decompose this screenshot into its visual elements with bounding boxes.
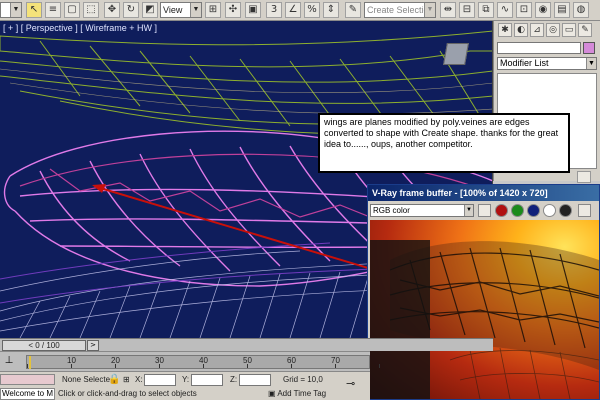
ruler-tick	[379, 364, 380, 368]
prompt-line: Click or click-and-drag to select object…	[58, 389, 197, 398]
vray-frame-buffer-window[interactable]: V-Ray frame buffer - [100% of 1420 x 720…	[367, 184, 600, 400]
scale-icon[interactable]: ◩	[142, 2, 158, 18]
ruler-tick	[203, 364, 204, 368]
channel-dropdown[interactable]: RGB color ▼	[370, 204, 474, 217]
rotate-icon[interactable]: ↻	[123, 2, 139, 18]
pivot-icon[interactable]: ⊞	[205, 2, 221, 18]
create-tab-icon[interactable]: ✱	[498, 23, 512, 37]
load-icon[interactable]	[478, 204, 491, 217]
render-preview	[370, 220, 599, 399]
red-channel-icon[interactable]	[495, 204, 508, 217]
z-coordinate-field[interactable]	[239, 374, 271, 386]
modifier-list-label: Modifier List	[500, 58, 549, 68]
alpha-channel-icon[interactable]	[543, 204, 556, 217]
selection-status: None Selecte	[62, 375, 111, 384]
next-frame-icon[interactable]: >	[87, 340, 99, 351]
track-bar: ⊥ 10 20 30 40 50 60 70	[0, 351, 380, 371]
display-tab-icon[interactable]: ▭	[562, 23, 576, 37]
status-bar: Welcome to M None Selecte 🔒 ⊞ X: Y: Z: G…	[0, 371, 370, 400]
render-dark-region	[370, 240, 430, 399]
reference-coord-combo[interactable]: View ▼	[160, 2, 202, 18]
z-label: Z:	[230, 375, 238, 384]
align-icon[interactable]: ⊟	[459, 2, 475, 18]
select-region-icon[interactable]: ▢	[64, 2, 80, 18]
y-coordinate-field[interactable]	[191, 374, 223, 386]
x-label: X:	[135, 375, 143, 384]
material-editor-icon[interactable]: ◉	[535, 2, 551, 18]
time-slider-thumb[interactable]: < 0 / 100	[2, 340, 86, 351]
time-position: 0 / 100	[35, 341, 60, 350]
vray-title-bar[interactable]: V-Ray frame buffer - [100% of 1420 x 720…	[368, 185, 599, 201]
ruler-tick	[335, 364, 336, 368]
mirror-icon[interactable]: ⇹	[440, 2, 456, 18]
absolute-mode-icon[interactable]: ⊞	[123, 375, 130, 386]
motion-tab-icon[interactable]: ◎	[546, 23, 560, 37]
object-color-swatch[interactable]	[583, 42, 595, 54]
y-label: Y:	[182, 375, 190, 384]
modify-tab-icon[interactable]: ◐	[514, 23, 528, 37]
annotation-arrow	[92, 184, 396, 277]
keyboard-shortcut-icon[interactable]: ▣	[245, 2, 261, 18]
ruler-tick	[115, 364, 116, 368]
add-time-tag-label: Add Time Tag	[277, 389, 327, 398]
ruler-tick	[27, 364, 28, 368]
percent-snap-icon[interactable]: %	[304, 2, 320, 18]
time-slider[interactable]: < 0 / 100 >	[0, 338, 493, 351]
ruler-tick	[291, 364, 292, 368]
vray-title: V-Ray frame buffer - [100% of 1420 x 720…	[372, 188, 548, 198]
filter-keys-icon[interactable]: ⊥	[2, 355, 16, 369]
add-time-tag[interactable]: ▣ Add Time Tag	[268, 388, 348, 400]
green-channel-icon[interactable]	[511, 204, 524, 217]
annotation-callout: wings are planes modified by poly.veines…	[318, 113, 570, 173]
channel-label: RGB color	[373, 206, 410, 215]
maxscript-mini-listener[interactable]: Welcome to M	[0, 388, 55, 400]
grid-status: Grid = 10,0	[283, 375, 323, 384]
edit-named-selection-icon[interactable]: ✎	[345, 2, 361, 18]
x-coordinate-field[interactable]	[144, 374, 176, 386]
current-frame-marker	[29, 356, 31, 369]
render-icon[interactable]: ◍	[573, 2, 589, 18]
angle-snap-icon[interactable]: ∠	[285, 2, 301, 18]
lock-selection-icon[interactable]: 🔒	[108, 375, 120, 386]
named-selection-combo[interactable]: Create Selection Se▼	[364, 2, 436, 18]
vray-toolbar: RGB color ▼	[368, 202, 599, 219]
schematic-icon[interactable]: ⊡	[516, 2, 532, 18]
select-by-name-icon[interactable]: ≡	[45, 2, 61, 18]
window-crossing-icon[interactable]: ⬚	[83, 2, 99, 18]
maxscript-listener[interactable]	[0, 374, 55, 385]
annotation-text: wings are planes modified by poly.veines…	[324, 117, 559, 149]
render-setup-icon[interactable]: ▤	[554, 2, 570, 18]
blue-channel-icon[interactable]	[527, 204, 540, 217]
save-image-icon[interactable]	[578, 204, 591, 217]
ruler-tick	[71, 364, 72, 368]
select-manipulate-icon[interactable]: ✣	[225, 2, 241, 18]
hierarchy-tab-icon[interactable]: ⊿	[530, 23, 544, 37]
layer-icon[interactable]: ⧉	[478, 2, 494, 18]
max-window: ▼ ↖ ≡ ▢ ⬚ ✥ ↻ ◩ View ▼ ⊞ ✣ ▣ 3 ∠ % ⇕ ✎ Cr…	[0, 0, 600, 400]
spinner-snap-icon[interactable]: ⇕	[323, 2, 339, 18]
modifier-list-dropdown[interactable]: Modifier List ▼	[497, 57, 597, 70]
utilities-tab-icon[interactable]: ✎	[578, 23, 592, 37]
select-icon[interactable]: ↖	[26, 2, 42, 18]
mono-channel-icon[interactable]	[559, 204, 572, 217]
welcome-text: Welcome to M	[2, 389, 53, 398]
timeline-ruler[interactable]: 10 20 30 40 50 60 70	[26, 355, 380, 369]
snap-icon[interactable]: 3	[266, 2, 282, 18]
curve-editor-icon[interactable]: ∿	[497, 2, 513, 18]
configure-sets-icon[interactable]	[577, 171, 591, 183]
main-toolbar: ▼ ↖ ≡ ▢ ⬚ ✥ ↻ ◩ View ▼ ⊞ ✣ ▣ 3 ∠ % ⇕ ✎ Cr…	[0, 0, 600, 21]
view-combo-label: View	[163, 5, 183, 15]
ruler-tick	[159, 364, 160, 368]
viewcube-icon[interactable]	[443, 43, 469, 65]
object-name-field[interactable]	[497, 42, 581, 54]
ruler-tick	[247, 364, 248, 368]
move-icon[interactable]: ✥	[104, 2, 120, 18]
undo-combo[interactable]: ▼	[0, 2, 22, 18]
